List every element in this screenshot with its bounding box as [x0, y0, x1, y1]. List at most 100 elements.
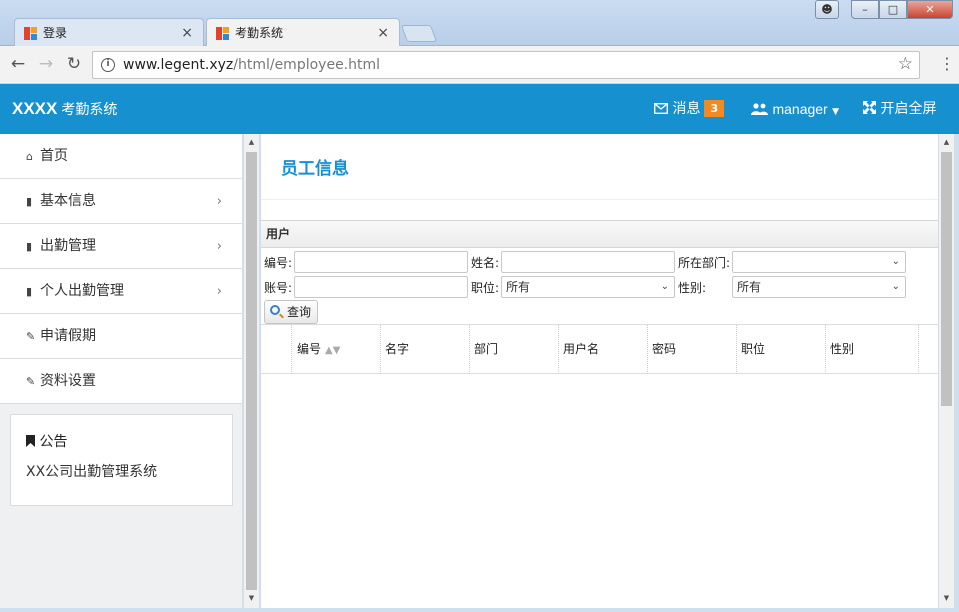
sidebar: ⌂ 首页 ▮ 基本信息 › ▮ 出勤管理 › ▮ 个人出勤管理 › ✎ 申请假期 ✎ 资料设…	[0, 134, 243, 612]
notice-panel: 公告 XX公司出勤管理系统	[10, 414, 233, 506]
scroll-up-icon[interactable]: ▲	[939, 138, 954, 146]
user-menu[interactable]: manager ▼	[751, 84, 839, 137]
sidebar-item-profile-settings[interactable]: ✎ 资料设置	[0, 359, 242, 404]
url-host: www.legent.xyz	[123, 57, 234, 73]
table-header-username[interactable]: 用户名	[559, 325, 648, 374]
scrollbar-thumb[interactable]	[941, 152, 952, 406]
chevron-right-icon: ›	[216, 284, 222, 299]
sidebar-item-label: 基本信息	[40, 193, 96, 209]
browser-tab-attendance[interactable]: 考勤系统 ×	[206, 18, 400, 46]
tab-title: 考勤系统	[235, 26, 284, 40]
caret-down-icon: ▼	[832, 107, 840, 117]
scroll-down-icon[interactable]: ▼	[939, 594, 954, 602]
sidebar-item-home[interactable]: ⌂ 首页	[0, 134, 242, 179]
gender-label: 性别:	[678, 281, 707, 295]
notice-heading: 公告	[26, 431, 217, 451]
sidebar-item-label: 申请假期	[40, 328, 96, 344]
chevron-down-icon: ⌄	[891, 281, 900, 292]
brand-subtitle: 考勤系统	[61, 102, 118, 118]
file-icon: ▮	[26, 240, 33, 253]
position-label: 职位:	[471, 281, 500, 295]
panel-title: 用户	[261, 221, 938, 248]
scroll-down-icon[interactable]: ▼	[244, 594, 259, 602]
sidebar-item-leave-request[interactable]: ✎ 申请假期	[0, 314, 242, 359]
form-row-1: 编号: 姓名: 所在部门: ⌄	[261, 251, 938, 275]
fullscreen-label: 开启全屏	[880, 101, 937, 117]
sidebar-item-personal-attendance[interactable]: ▮ 个人出勤管理 ›	[0, 269, 242, 314]
username: manager	[772, 101, 828, 117]
reload-icon[interactable]: ↻	[64, 54, 84, 74]
name-label: 姓名:	[471, 256, 500, 270]
page-title: 员工信息	[281, 159, 349, 179]
sidebar-item-label: 个人出勤管理	[40, 283, 124, 299]
column-label: 用户名	[563, 342, 600, 356]
window-bottom-border	[0, 608, 959, 612]
file-icon: ▮	[26, 285, 33, 298]
minimize-icon[interactable]: –	[851, 0, 879, 19]
table-header-password[interactable]: 密码	[648, 325, 737, 374]
browser-menu-icon[interactable]: ⋮	[939, 56, 955, 72]
user-profile-icon[interactable]: ☻	[815, 0, 839, 19]
page-scrollbar[interactable]: ▲ ▼	[939, 134, 954, 608]
app-header: XXXX 考勤系统 消息 3 manager ▼ 开启全屏	[0, 84, 959, 134]
edit-icon: ✎	[26, 330, 36, 343]
maximize-icon[interactable]: □	[879, 0, 907, 19]
close-tab-icon[interactable]: ×	[181, 19, 193, 47]
home-icon: ⌂	[26, 150, 33, 163]
bookmark-icon	[26, 435, 35, 447]
new-tab-button[interactable]	[400, 25, 438, 42]
fullscreen-button[interactable]: 开启全屏	[863, 84, 936, 134]
brand-logo[interactable]: XXXX 考勤系统	[12, 84, 117, 136]
tab-title: 登录	[43, 26, 68, 40]
sidebar-item-label: 出勤管理	[40, 238, 96, 254]
position-select-value: 所有	[506, 280, 531, 294]
main-content: 员工信息 用户 编号: 姓名: 所在部门: ⌄ 账号: 职位: 所有 ⌄ 性别: …	[261, 134, 938, 612]
department-select[interactable]: ⌄	[732, 251, 906, 273]
scroll-up-icon[interactable]: ▲	[244, 138, 259, 146]
browser-tab-login[interactable]: 登录 ×	[14, 18, 204, 46]
scrollbar-thumb[interactable]	[246, 152, 257, 590]
address-bar[interactable]: i www.legent.xyz/html/employee.html ☆	[92, 51, 920, 79]
browser-title-bar: 登录 × 考勤系统 × ☻ – □ ✕	[0, 0, 959, 46]
notice-body: XX公司出勤管理系统	[26, 464, 158, 480]
sidebar-item-basic-info[interactable]: ▮ 基本信息 ›	[0, 179, 242, 224]
search-button[interactable]: 查询	[264, 300, 318, 324]
table-header-name[interactable]: 名字	[381, 325, 470, 374]
gender-select-value: 所有	[737, 280, 762, 294]
browser-toolbar: ← → ↻ i www.legent.xyz/html/employee.htm…	[0, 46, 959, 84]
brand-name: XXXX	[12, 99, 58, 118]
info-icon[interactable]: i	[101, 58, 115, 72]
close-tab-icon[interactable]: ×	[377, 19, 389, 47]
number-input[interactable]	[294, 251, 468, 273]
table-header-gender[interactable]: 性别	[826, 325, 919, 374]
name-input[interactable]	[501, 251, 675, 273]
site-favicon-icon	[216, 27, 229, 40]
table-header-position[interactable]: 职位	[737, 325, 826, 374]
account-label: 账号:	[264, 281, 293, 295]
account-input[interactable]	[294, 276, 468, 298]
employee-table-header: 编号 ▲▼ 名字 部门 用户名 密码 职位 性别	[261, 324, 938, 374]
divider	[261, 199, 938, 200]
messages-menu[interactable]: 消息 3	[653, 84, 725, 134]
window-close-icon[interactable]: ✕	[907, 0, 953, 19]
column-label: 性别	[830, 342, 855, 356]
column-label: 名字	[385, 342, 410, 356]
table-header-department[interactable]: 部门	[470, 325, 559, 374]
table-header-checkbox-column	[261, 325, 292, 374]
bookmark-star-icon[interactable]: ☆	[898, 54, 913, 74]
sort-icon[interactable]: ▲▼	[325, 345, 340, 356]
back-arrow-icon[interactable]: ←	[8, 54, 28, 74]
forward-arrow-icon[interactable]: →	[36, 54, 56, 74]
position-select[interactable]: 所有 ⌄	[501, 276, 675, 298]
sidebar-scrollbar[interactable]: ▲ ▼	[244, 134, 259, 608]
chevron-right-icon: ›	[216, 239, 222, 254]
gender-select[interactable]: 所有 ⌄	[732, 276, 906, 298]
url-text[interactable]: www.legent.xyz/html/employee.html	[123, 52, 380, 78]
column-label: 部门	[474, 342, 499, 356]
messages-label: 消息	[672, 101, 701, 117]
column-label: 职位	[741, 342, 766, 356]
table-header-number[interactable]: 编号 ▲▼	[292, 325, 381, 374]
edit-icon: ✎	[26, 375, 36, 388]
sidebar-item-attendance[interactable]: ▮ 出勤管理 ›	[0, 224, 242, 269]
chevron-right-icon: ›	[216, 194, 222, 209]
